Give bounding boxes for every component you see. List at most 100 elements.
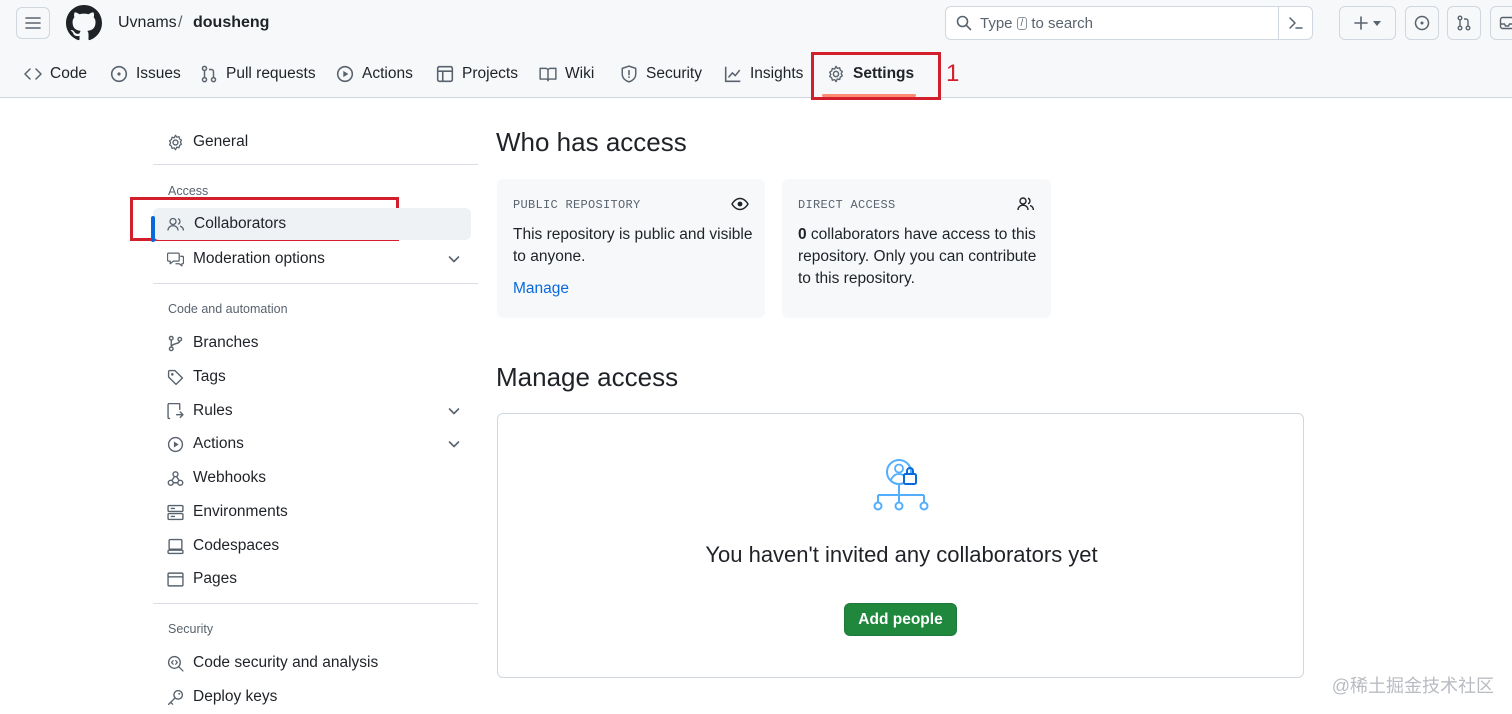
sidebar-heading-code-automation: Code and automation — [168, 302, 288, 316]
sidebar-divider — [153, 164, 478, 165]
tag-icon — [167, 369, 184, 385]
tab-code[interactable]: Code — [24, 56, 87, 92]
book-icon — [539, 67, 557, 82]
play-icon — [167, 436, 184, 452]
manage-access-panel: You haven't invited any collaborators ye… — [497, 413, 1304, 678]
sidebar-heading-access: Access — [168, 184, 209, 198]
sidebar-item-label: Pages — [193, 570, 237, 587]
card-description: 0 collaborators have access to this repo… — [798, 224, 1036, 290]
tab-label: Actions — [362, 65, 413, 82]
direct-access-card: DIRECT ACCESS 0 collaborators have acces… — [782, 179, 1051, 318]
issue-icon — [110, 65, 128, 83]
sidebar-divider — [153, 283, 478, 284]
empty-state-title: You haven't invited any collaborators ye… — [705, 542, 1098, 567]
sidebar-item-branches[interactable]: Branches — [153, 327, 471, 359]
play-icon — [336, 65, 354, 83]
triangle-down-icon — [1372, 21, 1381, 26]
server-icon — [167, 504, 184, 520]
menu-button[interactable] — [16, 7, 50, 39]
people-icon — [1017, 197, 1035, 211]
eye-icon — [731, 197, 749, 211]
chevron-down-icon — [448, 256, 460, 263]
breadcrumb-owner[interactable]: Uvnams — [118, 14, 177, 32]
sidebar-item-environments[interactable]: Environments — [153, 496, 471, 528]
sidebar-divider — [153, 603, 478, 604]
who-has-access-title: Who has access — [496, 127, 687, 157]
breadcrumb-repo[interactable]: dousheng — [193, 14, 269, 32]
create-new-button[interactable] — [1339, 6, 1396, 40]
add-people-button[interactable]: Add people — [844, 603, 957, 636]
chevron-down-icon — [448, 441, 460, 448]
tab-label: Wiki — [565, 65, 595, 82]
tab-label: Projects — [462, 65, 518, 82]
tab-insights[interactable]: Insights — [724, 56, 803, 92]
tab-projects[interactable]: Projects — [436, 56, 518, 92]
tab-actions[interactable]: Actions — [336, 56, 413, 92]
manage-access-title: Manage access — [496, 362, 679, 392]
card-description-line: repository. Only you can contribute — [798, 248, 1037, 265]
card-description-line: This repository is public and visible — [513, 226, 753, 243]
sidebar-item-label: Branches — [193, 334, 259, 351]
sidebar-item-label: Collaborators — [194, 215, 287, 232]
person-lock-network-icon — [873, 459, 929, 511]
sidebar-item-label: Environments — [193, 503, 288, 520]
sidebar-item-rules[interactable]: Rules — [153, 395, 471, 427]
card-label: PUBLIC REPOSITORY — [513, 198, 641, 212]
git-pull-request-icon — [1457, 15, 1471, 31]
manage-visibility-link[interactable]: Manage — [513, 280, 569, 298]
breadcrumb-separator: / — [178, 14, 183, 31]
annotation-box-settings — [811, 52, 941, 100]
tab-label: Issues — [136, 65, 181, 82]
pull-requests-button[interactable] — [1447, 6, 1481, 40]
sidebar-item-codespaces[interactable]: Codespaces — [153, 530, 471, 562]
inbox-icon — [1499, 16, 1512, 30]
tab-issues[interactable]: Issues — [110, 56, 181, 92]
graph-icon — [724, 66, 741, 83]
card-label: DIRECT ACCESS — [798, 198, 896, 212]
code-icon — [24, 68, 42, 80]
issues-button[interactable] — [1405, 6, 1439, 40]
table-icon — [436, 65, 454, 83]
sidebar-item-deploy-keys[interactable]: Deploy keys — [153, 681, 471, 713]
inbox-button[interactable] — [1490, 6, 1512, 40]
sidebar-item-label: Deploy keys — [193, 688, 278, 705]
sidebar-item-code-security[interactable]: Code security and analysis — [153, 647, 471, 679]
sidebar-item-webhooks[interactable]: Webhooks — [153, 462, 471, 494]
codespaces-icon — [167, 538, 184, 554]
search-placeholder-suffix: to search — [1031, 14, 1094, 32]
tab-wiki[interactable]: Wiki — [539, 56, 594, 92]
pull-request-icon — [201, 65, 217, 83]
watermark: @稀土掘金技术社区 — [1331, 676, 1494, 696]
sidebar-item-tags[interactable]: Tags — [153, 361, 471, 393]
sidebar-item-collaborators[interactable]: Collaborators — [151, 208, 471, 242]
git-branch-icon — [168, 335, 183, 351]
sidebar-item-label: Code security and analysis — [193, 654, 379, 671]
sidebar-item-actions[interactable]: Actions — [153, 428, 471, 460]
codescan-icon — [167, 655, 184, 672]
hamburger-icon — [25, 17, 41, 29]
tab-label: Code — [50, 65, 88, 82]
sidebar-item-general[interactable]: General — [153, 126, 471, 158]
tab-pull-requests[interactable]: Pull requests — [200, 56, 316, 92]
sidebar-item-label: Rules — [193, 402, 233, 419]
card-description-line: to this repository. — [798, 270, 915, 287]
repo-push-icon — [167, 402, 184, 419]
comment-discussion-icon — [167, 251, 184, 267]
repo-header: Uvnams / dousheng Type / to search Code … — [0, 0, 1512, 98]
people-icon — [167, 217, 185, 231]
tab-security[interactable]: Security — [620, 56, 702, 92]
command-palette-button[interactable] — [1278, 7, 1312, 39]
tab-label: Security — [646, 65, 702, 82]
gear-icon — [168, 134, 183, 150]
search-input[interactable]: Type / to search — [945, 6, 1313, 40]
annotation-number-1: 1 — [946, 60, 960, 87]
github-logo-icon[interactable] — [66, 5, 102, 41]
active-item-indicator — [151, 216, 155, 242]
sidebar-item-pages[interactable]: Pages — [153, 563, 471, 595]
sidebar-item-label: Webhooks — [193, 469, 266, 486]
sidebar-item-label: General — [193, 133, 249, 150]
sidebar-item-label: Codespaces — [193, 537, 280, 554]
sidebar-item-moderation-options[interactable]: Moderation options — [153, 243, 471, 275]
tab-label: Pull requests — [226, 65, 316, 82]
card-description-text: collaborators have access to this — [806, 226, 1036, 243]
